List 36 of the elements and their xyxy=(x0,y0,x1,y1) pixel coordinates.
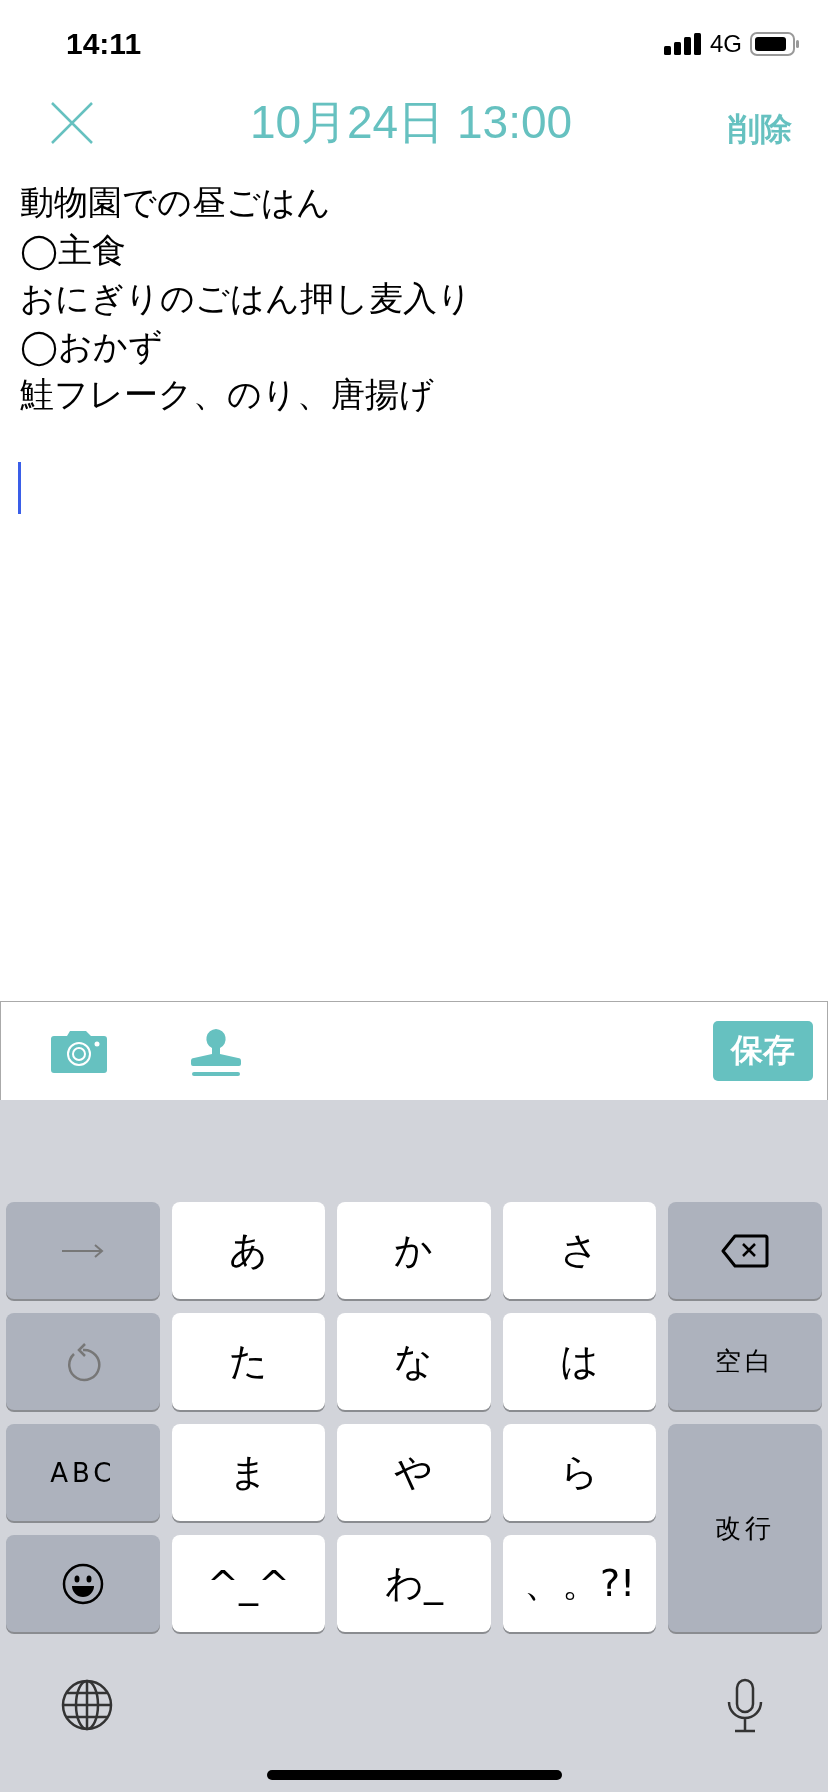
keyboard-key[interactable]: あ xyxy=(171,1202,326,1299)
backspace-icon xyxy=(721,1233,770,1268)
keyboard-key[interactable]: ま xyxy=(171,1424,326,1521)
globe-icon[interactable] xyxy=(60,1678,114,1732)
network-label: 4G xyxy=(710,30,742,58)
note-line: ◯おかず xyxy=(20,325,165,369)
close-icon[interactable] xyxy=(50,101,94,145)
keyboard-key[interactable]: わ_ xyxy=(337,1535,491,1632)
keyboard-key[interactable]: 空白 xyxy=(668,1313,822,1410)
text-cursor xyxy=(18,462,21,514)
camera-icon[interactable] xyxy=(50,1029,108,1073)
stamp-icon[interactable] xyxy=(189,1028,243,1078)
keyboard-key[interactable]: は xyxy=(502,1313,657,1410)
microphone-icon[interactable] xyxy=(725,1678,765,1734)
undo-key[interactable] xyxy=(6,1313,160,1410)
note-line: 鮭フレーク、のり、唐揚げ xyxy=(20,373,435,416)
keyboard-key[interactable]: ^_^ xyxy=(171,1535,326,1632)
status-time: 14:11 xyxy=(66,27,142,61)
smiley-icon xyxy=(61,1562,104,1605)
keyboard-key[interactable]: や xyxy=(337,1424,491,1521)
keyboard-key[interactable]: さ xyxy=(502,1202,657,1299)
signal-icon xyxy=(664,33,702,55)
keyboard-key[interactable]: か xyxy=(337,1202,491,1299)
keyboard-key[interactable]: 、。?! xyxy=(502,1535,657,1632)
keyboard-key[interactable]: ABC xyxy=(6,1424,160,1521)
battery-icon xyxy=(750,32,800,56)
delete-key[interactable] xyxy=(668,1202,822,1299)
note-line: 動物園での昼ごはん xyxy=(20,181,332,224)
return-key[interactable]: 改行 xyxy=(668,1424,822,1632)
keyboard-key[interactable]: た xyxy=(171,1313,326,1410)
emoji-key[interactable] xyxy=(6,1535,160,1632)
keyboard-key[interactable]: ら xyxy=(502,1424,657,1521)
note-line: ◯主食 xyxy=(20,229,128,273)
arrow-icon xyxy=(60,1242,105,1259)
note-line: おにぎりのごはん押し麦入り xyxy=(20,277,473,320)
keyboard-key[interactable]: な xyxy=(337,1313,491,1410)
